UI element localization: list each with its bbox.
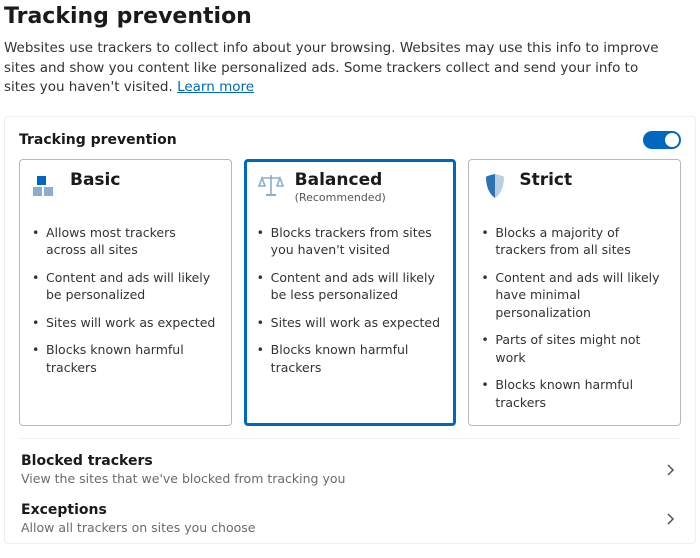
row-sub: Allow all trackers on sites you choose (21, 520, 255, 535)
row-sub: View the sites that we've blocked from t… (21, 471, 345, 486)
bullet: Sites will work as expected (32, 314, 219, 332)
page-title: Tracking prevention (4, 4, 696, 29)
bullet: Content and ads will likely be personali… (32, 269, 219, 304)
bullet: Parts of sites might not work (481, 331, 668, 366)
bullet: Sites will work as expected (257, 314, 444, 332)
chevron-right-icon (661, 461, 679, 479)
row-title: Blocked trackers (21, 453, 345, 469)
balanced-icon (257, 172, 285, 200)
toggle-knob (665, 133, 679, 147)
intro-body: Websites use trackers to collect info ab… (4, 40, 659, 95)
bullet: Blocks known harmful trackers (481, 376, 668, 411)
tracking-toggle[interactable] (643, 131, 681, 149)
basic-icon (32, 172, 60, 200)
bullet: Content and ads will likely be less pers… (257, 269, 444, 304)
level-cards: Basic Allows most trackers across all si… (19, 159, 681, 427)
level-card-balanced[interactable]: Balanced (Recommended) Blocks trackers f… (244, 159, 457, 427)
level-title: Strict (519, 170, 572, 190)
bullet: Blocks a majority of trackers from all s… (481, 224, 668, 259)
level-subtitle: (Recommended) (295, 191, 386, 204)
panel-title: Tracking prevention (19, 132, 177, 148)
blocked-trackers-row[interactable]: Blocked trackers View the sites that we'… (19, 438, 681, 492)
level-card-strict[interactable]: Strict Blocks a majority of trackers fro… (468, 159, 681, 427)
learn-more-link[interactable]: Learn more (177, 79, 254, 95)
tracking-prevention-panel: Tracking prevention Basic (4, 116, 696, 545)
intro-text: Websites use trackers to collect info ab… (4, 39, 664, 98)
level-title: Basic (70, 170, 120, 190)
bullet: Blocks known harmful trackers (257, 341, 444, 376)
level-bullets: Blocks a majority of trackers from all s… (481, 224, 668, 412)
row-title: Exceptions (21, 502, 255, 518)
level-card-basic[interactable]: Basic Allows most trackers across all si… (19, 159, 232, 427)
level-title: Balanced (295, 170, 386, 190)
bullet: Blocks trackers from sites you haven't v… (257, 224, 444, 259)
chevron-right-icon (661, 510, 679, 528)
bullet: Content and ads will likely have minimal… (481, 269, 668, 322)
level-bullets: Blocks trackers from sites you haven't v… (257, 224, 444, 377)
level-bullets: Allows most trackers across all sites Co… (32, 224, 219, 377)
strict-icon (481, 172, 509, 200)
bullet: Allows most trackers across all sites (32, 224, 219, 259)
bullet: Blocks known harmful trackers (32, 341, 219, 376)
panel-header: Tracking prevention (19, 131, 681, 149)
